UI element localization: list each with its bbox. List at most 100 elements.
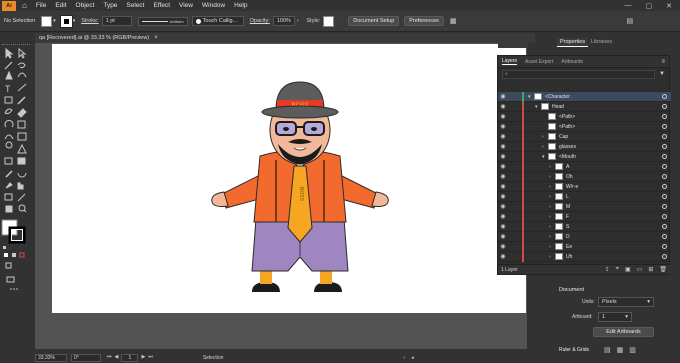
visibility-eye-icon[interactable]: ◉: [498, 153, 508, 160]
chevron-down-icon[interactable]: ▾: [53, 18, 56, 24]
layer-row[interactable]: ◉ › A: [498, 162, 671, 172]
target-circle-icon[interactable]: [662, 114, 667, 119]
variable-width-profile[interactable]: Uniform: [137, 16, 188, 26]
layer-name[interactable]: Ee: [566, 244, 572, 250]
close-icon[interactable]: ✕: [666, 2, 672, 10]
layer-row[interactable]: ◉ ▾ <Mouth: [498, 152, 671, 162]
target-circle-icon[interactable]: [662, 174, 667, 179]
artboard[interactable]: BOSS BOSS: [52, 44, 526, 313]
visibility-eye-icon[interactable]: ◉: [498, 253, 508, 260]
brush-definition[interactable]: Touch Callig...: [191, 16, 244, 26]
status-arrow-icon[interactable]: ◂: [411, 355, 414, 361]
visibility-eye-icon[interactable]: ◉: [498, 123, 508, 130]
menu-effect[interactable]: Effect: [154, 2, 171, 9]
fill-swatch[interactable]: [41, 15, 53, 27]
layer-row[interactable]: ◉ <Path>: [498, 122, 671, 132]
stroke-weight-field[interactable]: 1 pt: [101, 16, 132, 26]
artboard-number-field[interactable]: 1: [121, 354, 139, 362]
toolbar-grip[interactable]: [2, 44, 30, 47]
preferences-button[interactable]: Preferences: [404, 16, 444, 26]
target-circle-icon[interactable]: [662, 234, 667, 239]
status-chevron-icon[interactable]: ›: [403, 355, 405, 361]
locate-object-icon[interactable]: ⌖: [616, 266, 619, 273]
menu-edit[interactable]: Edit: [55, 2, 66, 9]
artboard-dropdown[interactable]: 1 ▾: [598, 312, 632, 322]
visibility-eye-icon[interactable]: ◉: [498, 143, 508, 150]
visibility-eye-icon[interactable]: ◉: [498, 193, 508, 200]
layer-row[interactable]: ◉ ▾ Head: [498, 102, 671, 112]
target-circle-icon[interactable]: [662, 194, 667, 199]
first-artboard-icon[interactable]: ⏮: [107, 354, 112, 362]
document-tab[interactable]: qa [Recovered].ai @ 33.33 % (RGB/Preview…: [35, 33, 535, 43]
target-circle-icon[interactable]: [662, 134, 667, 139]
minimize-icon[interactable]: —: [625, 2, 632, 10]
target-circle-icon[interactable]: [662, 124, 667, 129]
visibility-eye-icon[interactable]: ◉: [498, 203, 508, 210]
layer-name[interactable]: D: [566, 234, 570, 240]
layer-row[interactable]: ◉ › D: [498, 232, 671, 242]
layer-row[interactable]: ◉ › Oh: [498, 172, 671, 182]
delete-icon[interactable]: 🗑: [659, 266, 667, 273]
clipping-mask-icon[interactable]: ▣: [625, 266, 631, 273]
visibility-eye-icon[interactable]: ◉: [498, 213, 508, 220]
filter-icon[interactable]: ▼: [659, 71, 665, 77]
target-circle-icon[interactable]: [662, 254, 667, 259]
layer-name[interactable]: <Character: [545, 94, 570, 100]
visibility-eye-icon[interactable]: ◉: [498, 163, 508, 170]
visibility-eye-icon[interactable]: ◉: [498, 103, 508, 110]
menu-view[interactable]: View: [179, 2, 193, 9]
units-dropdown[interactable]: Pixels ▾: [598, 297, 654, 307]
target-circle-icon[interactable]: [662, 104, 667, 109]
maximize-icon[interactable]: ▢: [646, 2, 653, 10]
layer-row[interactable]: ◉ <Path>: [498, 112, 671, 122]
visibility-eye-icon[interactable]: ◉: [498, 113, 508, 120]
rotation-field[interactable]: 0°: [71, 354, 101, 362]
target-circle-icon[interactable]: [662, 224, 667, 229]
new-layer-icon[interactable]: ⊞: [648, 266, 653, 273]
panel-menu-icon[interactable]: ≡: [661, 59, 665, 65]
export-icon[interactable]: ⇪: [605, 266, 610, 273]
layer-name[interactable]: F: [566, 214, 569, 220]
menu-object[interactable]: Object: [76, 2, 95, 9]
tab-artboards[interactable]: Artboards: [561, 59, 583, 65]
tab-properties[interactable]: Properties: [557, 38, 589, 47]
chevron-down-icon[interactable]: ▾: [73, 18, 76, 24]
chevron-right-icon[interactable]: ›: [297, 18, 299, 24]
close-tab-icon[interactable]: ×: [154, 35, 158, 41]
layer-row[interactable]: ◉ › Ee: [498, 242, 671, 252]
visibility-eye-icon[interactable]: ◉: [498, 93, 508, 100]
target-circle-icon[interactable]: [662, 204, 667, 209]
visibility-eye-icon[interactable]: ◉: [498, 173, 508, 180]
document-setup-button[interactable]: Document Setup: [348, 16, 400, 26]
layer-name[interactable]: glasses: [559, 144, 576, 150]
tab-layers[interactable]: Layers: [502, 58, 518, 65]
layer-name[interactable]: M: [566, 204, 570, 210]
next-artboard-icon[interactable]: ▶: [141, 354, 145, 362]
menu-help[interactable]: Help: [234, 2, 247, 9]
layer-row[interactable]: ◉ ▾ <Character: [498, 92, 671, 102]
last-artboard-icon[interactable]: ⏭: [148, 354, 153, 362]
target-circle-icon[interactable]: [662, 214, 667, 219]
menu-select[interactable]: Select: [126, 2, 144, 9]
target-circle-icon[interactable]: [662, 154, 667, 159]
panel-collapse-icon[interactable]: [498, 38, 528, 48]
visibility-eye-icon[interactable]: ◉: [498, 223, 508, 230]
layer-row[interactable]: ◉ › L: [498, 192, 671, 202]
layer-name[interactable]: A: [566, 164, 569, 170]
zoom-field[interactable]: 33.33%: [35, 354, 67, 362]
search-input[interactable]: ⌕: [502, 69, 656, 79]
layer-row[interactable]: ◉ › W/r-e: [498, 182, 671, 192]
layer-name[interactable]: <Path>: [559, 114, 575, 120]
menu-type[interactable]: Type: [103, 2, 117, 9]
workspace-icon[interactable]: ▤: [627, 17, 634, 25]
layer-row[interactable]: ◉ › S: [498, 222, 671, 232]
tab-libraries[interactable]: Libraries: [591, 39, 612, 45]
target-circle-icon[interactable]: [662, 164, 667, 169]
visibility-eye-icon[interactable]: ◉: [498, 243, 508, 250]
arrange-documents-icon[interactable]: ▦: [450, 17, 457, 25]
menu-window[interactable]: Window: [202, 2, 225, 9]
tab-asset-export[interactable]: Asset Export: [525, 59, 553, 65]
stroke-swatch[interactable]: [59, 14, 73, 28]
layer-name[interactable]: W/r-e: [566, 184, 578, 190]
layer-row[interactable]: ◉ › Uh: [498, 252, 671, 262]
